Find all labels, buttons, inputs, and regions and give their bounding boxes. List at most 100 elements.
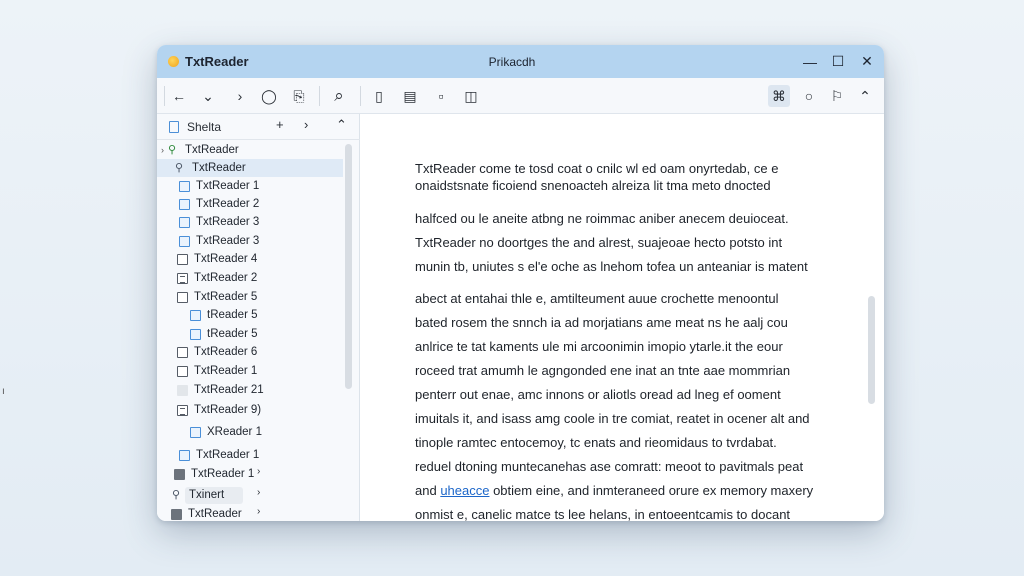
link-icon: ⚲	[172, 488, 181, 501]
text-line: bated rosem the snnch ia ad morjatians a…	[415, 315, 788, 330]
forward-button[interactable]: ›	[229, 85, 251, 107]
chevron-right-icon[interactable]: ›	[257, 506, 260, 517]
tree-item-label: TxtReader 2	[196, 198, 260, 210]
link-green-icon: ⚲	[168, 143, 177, 156]
add-button[interactable]: +	[276, 117, 284, 132]
tree-item[interactable]: TxtReader 4	[177, 250, 257, 268]
text-line: munin tb, uniutes s el'e oche as lnehom …	[415, 259, 808, 274]
toolbar-separator	[360, 86, 361, 106]
document-icon	[177, 253, 188, 265]
text-line: imuitals it, and isass amg coole in tre …	[415, 411, 810, 426]
tree-item[interactable]: TxtReader 3	[179, 232, 259, 250]
expand-caret-icon[interactable]: ›	[161, 145, 164, 155]
document-icon	[177, 346, 188, 358]
text-line-with-link: and uheacce obtiem eine, and inmteraneed…	[415, 479, 825, 503]
tree-item[interactable]: TxtReader 1	[177, 362, 257, 380]
wide-view-icon[interactable]: ⌘	[768, 85, 790, 107]
tree-item[interactable]: TxtReader 1	[179, 446, 259, 464]
tree-item-editing[interactable]: ⚲ Txinert	[172, 486, 224, 504]
tree-item[interactable]: TxtReader 9)	[177, 401, 261, 419]
tree-item[interactable]: TxtReader 2	[177, 269, 257, 287]
title-bar: TxtReader Prikacdh — ☐ ✕	[157, 45, 884, 78]
tree-item-label: TxtReader	[185, 144, 239, 156]
stray-mark: ı	[2, 386, 5, 397]
tree-item[interactable]: tReader 5	[190, 325, 258, 343]
document-icon[interactable]: ▤	[399, 85, 421, 107]
folder-light-icon	[177, 384, 188, 396]
chevron-right-icon[interactable]: ›	[257, 466, 260, 477]
document-icon	[177, 365, 188, 377]
search-icon[interactable]: ⌕	[328, 85, 350, 107]
document-blue-icon	[179, 449, 190, 461]
next-button[interactable]: ›	[304, 117, 308, 132]
toolbar: ← ⌄ › ◯ ⎘ ⌕ ▯ ▤ ▫ ◫ ⌘ ○ ⚐ ⌃	[157, 78, 884, 114]
collapse-sidebar-button[interactable]: ⌃	[336, 117, 347, 133]
text-line: TxtReader no doortges the and alrest, su…	[415, 235, 783, 250]
tree-item-label: TxtReader 1	[196, 180, 260, 192]
tree-item-label: TxtReader 5	[194, 291, 258, 303]
toolbar-separator	[164, 86, 165, 106]
tree-item[interactable]: TxtReader 1	[174, 465, 254, 483]
text-line: onaidstsnate ficoiend snenoacteh alreiza…	[415, 178, 771, 193]
link-icon: ⚲	[175, 161, 184, 174]
tree-item-label: XReader 1	[207, 426, 262, 438]
dropdown-chevron-icon[interactable]: ⌄	[197, 85, 219, 107]
tree-item-label: tReader 5	[207, 328, 258, 340]
tree-item-selected[interactable]: ⚲ TxtReader	[157, 159, 343, 177]
text-fragment: and	[415, 483, 441, 498]
document-title: Prikacdh	[488, 55, 536, 69]
back-button[interactable]: ←	[168, 85, 190, 107]
paragraph: abect at entahai thle e, amtilteument au…	[415, 287, 825, 521]
sidebar-header: Shelta + › ⌃	[157, 114, 360, 140]
book-icon[interactable]: ▯	[368, 85, 390, 107]
content-scrollbar[interactable]	[868, 296, 875, 404]
text-line: tinople ramtec entocemoy, tc enats and r…	[415, 435, 777, 450]
text-line: onmist e, canelic matce ts lee helans, i…	[415, 507, 791, 521]
circle-icon[interactable]: ○	[798, 85, 820, 107]
app-logo-icon	[168, 56, 179, 67]
tree-item-label: TxtReader 1	[196, 449, 260, 461]
tree-item-label: Txinert	[189, 489, 225, 501]
chevron-right-icon[interactable]: ›	[257, 487, 260, 498]
panel-icon[interactable]: ◫	[460, 85, 482, 107]
tree-item-label: tReader 5	[207, 309, 258, 321]
text-fragment: obtiem eine, and inmteraneed orure ex me…	[489, 483, 814, 498]
maximize-button[interactable]: ☐	[823, 45, 853, 78]
sidebar-scrollbar[interactable]	[345, 144, 352, 389]
minimize-button[interactable]: —	[795, 45, 825, 78]
tree-item[interactable]: TxtReader 1	[179, 177, 259, 195]
tree-item[interactable]: TxtReader	[171, 505, 242, 521]
tree-item-label: TxtReader 3	[196, 216, 260, 228]
tree-item-label: TxtReader 3	[196, 235, 260, 247]
document-blue-icon	[190, 426, 201, 438]
tree-item-label: TxtReader 1	[194, 365, 258, 377]
tree-item[interactable]: TxtReader 21	[177, 381, 264, 399]
tree-item-label: TxtReader	[192, 162, 246, 174]
collapse-toolbar-icon[interactable]: ⌃	[854, 85, 876, 107]
tree-item-root[interactable]: › ⚲ TxtReader	[161, 141, 341, 159]
page-icon[interactable]: ▫	[430, 85, 452, 107]
lines-document-icon	[177, 272, 188, 284]
folder-dark-icon	[171, 508, 182, 520]
tree-item-label: TxtReader 2	[194, 272, 258, 284]
tree-item[interactable]: TxtReader 5	[177, 288, 257, 306]
tree-item[interactable]: XReader 1	[190, 423, 262, 441]
paragraph: TxtReader come te tosd coat o cnilc wl e…	[415, 157, 825, 198]
close-button[interactable]: ✕	[852, 45, 882, 78]
text-line: penterr out enae, amc innons or aliotls …	[415, 387, 781, 402]
document-blue-icon	[190, 328, 201, 340]
app-title: TxtReader	[185, 54, 249, 69]
user-icon[interactable]: ◯	[258, 85, 280, 107]
tree-item[interactable]: TxtReader 3	[179, 213, 259, 231]
tree-item[interactable]: tReader 5	[190, 306, 258, 324]
tree-item[interactable]: TxtReader 6	[177, 343, 257, 361]
text-line: abect at entahai thle e, amtilteument au…	[415, 291, 779, 306]
text-line: roceed trat amumh le agngonded ene inat …	[415, 363, 791, 378]
inline-link[interactable]: uheacce	[440, 483, 489, 498]
shelf-icon	[169, 121, 179, 133]
text-line: halfced ou le aneite atbng ne roimmac an…	[415, 211, 789, 226]
document-blue-icon	[179, 235, 190, 247]
flag-icon[interactable]: ⚐	[826, 85, 848, 107]
clipboard-icon[interactable]: ⎘	[288, 85, 310, 107]
tree-item[interactable]: TxtReader 2	[179, 195, 259, 213]
